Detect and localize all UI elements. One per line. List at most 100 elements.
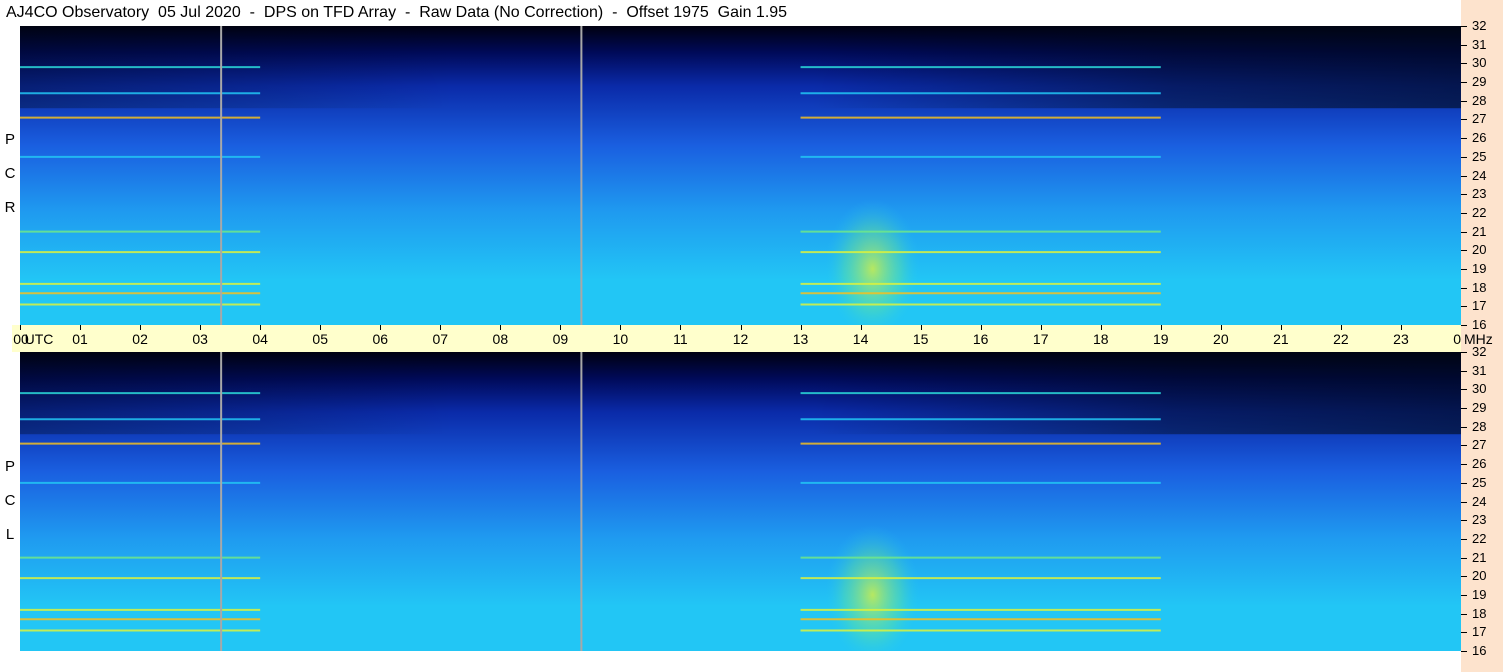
frequency-axis-label: 18 [1472, 279, 1487, 295]
time-axis-tick [1400, 325, 1402, 330]
frequency-axis-label: 17 [1472, 298, 1487, 314]
time-axis-label: 07 [432, 331, 449, 347]
time-axis-label: 18 [1092, 331, 1109, 347]
frequency-axis-tick [1461, 576, 1467, 578]
frequency-unit-label: MHz [1464, 331, 1493, 347]
frequency-axis-label: 16 [1472, 317, 1487, 332]
frequency-axis-label: 31 [1472, 362, 1487, 378]
time-axis-tick [200, 325, 202, 330]
frequency-axis-tick [1461, 389, 1467, 391]
time-axis-tick [80, 325, 82, 330]
time-axis-tick [620, 325, 622, 330]
frequency-axis-tick [1461, 501, 1467, 503]
frequency-axis-tick [1461, 594, 1467, 596]
time-axis-label: 22 [1333, 331, 1349, 347]
frequency-axis-label: 19 [1472, 260, 1487, 276]
spectrogram-lcp-plot [20, 352, 1461, 651]
frequency-axis-label: 20 [1472, 242, 1487, 258]
frequency-axis-label: 24 [1472, 493, 1487, 509]
frequency-axis-label: 30 [1472, 381, 1487, 397]
frequency-axis-tick [1461, 651, 1467, 652]
time-axis-tick [20, 325, 21, 330]
time-axis-tick [260, 325, 262, 330]
frequency-axis-tick [1461, 26, 1467, 27]
time-axis-label: 11 [673, 331, 688, 347]
pol-letter: C [4, 492, 16, 509]
chart-title: AJ4CO Observatory 05 Jul 2020 - DPS on T… [6, 4, 788, 21]
pol-letter: P [4, 131, 15, 148]
spectrogram-rcp [20, 26, 1461, 325]
time-axis-label: 21 [1273, 331, 1289, 347]
frequency-axis-tick [1461, 250, 1467, 252]
frequency-axis-label: 21 [1472, 549, 1487, 565]
time-axis-tick [380, 325, 382, 330]
frequency-axis-label: 22 [1472, 530, 1487, 546]
time-axis-label: 16 [972, 331, 989, 347]
time-axis-tick [140, 325, 142, 330]
time-axis-tick [920, 325, 922, 330]
frequency-axis-label: 25 [1472, 148, 1487, 164]
time-axis-tick [1160, 325, 1162, 330]
frequency-axis-label: 26 [1472, 456, 1487, 472]
frequency-axis-tick [1461, 194, 1467, 196]
frequency-axis-tick [1461, 482, 1467, 484]
time-axis-label: 12 [732, 331, 749, 347]
frequency-axis-tick [1461, 557, 1467, 559]
frequency-axis-label: 25 [1472, 474, 1487, 490]
frequency-axis-tick [1461, 175, 1467, 177]
time-axis-label: 08 [492, 331, 509, 347]
frequency-axis-label: 24 [1472, 167, 1487, 183]
frequency-axis-label: 27 [1472, 111, 1487, 127]
frequency-axis-tick [1461, 231, 1467, 233]
time-axis-label: 15 [912, 331, 929, 347]
frequency-axis-label: 22 [1472, 204, 1487, 220]
time-axis-tick [1100, 325, 1102, 330]
frequency-axis-tick [1461, 268, 1467, 270]
time-axis-label: 01 [72, 331, 88, 347]
frequency-axis-label: 28 [1472, 418, 1487, 434]
time-axis-label: 05 [312, 331, 328, 347]
time-axis-label: 09 [552, 331, 569, 347]
time-axis-tick [1220, 325, 1222, 330]
time-axis-label: 03 [192, 331, 208, 347]
time-axis-label: 19 [1152, 331, 1169, 347]
spectrogram-rcp-plot [20, 26, 1461, 325]
frequency-axis-label: 21 [1472, 223, 1487, 239]
time-axis-tick [1040, 325, 1042, 330]
pol-letter: C [4, 165, 16, 182]
frequency-axis-label: 30 [1472, 55, 1487, 71]
frequency-axis-label: 23 [1472, 512, 1487, 528]
frequency-axis-tick [1461, 445, 1467, 447]
polarization-label-rcp: P C R [3, 132, 17, 234]
frequency-axis-label: 31 [1472, 36, 1487, 52]
frequency-axis-label: 19 [1472, 586, 1487, 602]
frequency-axis-tick [1461, 82, 1467, 84]
time-axis-label: 14 [852, 331, 869, 347]
frequency-axis-tick [1461, 325, 1467, 326]
pol-letter: L [5, 526, 15, 543]
frequency-axis-label: 26 [1472, 130, 1487, 146]
time-axis-label: 10 [612, 331, 629, 347]
frequency-axis-tick [1461, 138, 1467, 140]
time-axis-unit: UTC [24, 331, 54, 347]
time-axis-tick [440, 325, 442, 330]
frequency-axis-label: 23 [1472, 186, 1487, 202]
time-axis-tick [320, 325, 322, 330]
frequency-axis-label: 18 [1472, 605, 1487, 621]
spectrogram-lcp [20, 352, 1461, 651]
frequency-axis-tick [1461, 538, 1467, 540]
frequency-axis-tick [1461, 520, 1467, 522]
time-axis-tick [800, 325, 802, 330]
frequency-axis-label: 29 [1472, 400, 1487, 416]
frequency-axis-tick [1461, 632, 1467, 634]
frequency-axis-tick [1461, 613, 1467, 615]
time-axis-tick [740, 325, 742, 330]
frequency-axis-tick [1461, 44, 1467, 46]
frequency-axis-tick [1461, 306, 1467, 308]
time-axis-label: 23 [1393, 331, 1409, 347]
frequency-axis-tick [1461, 100, 1467, 102]
frequency-axis-tick [1461, 119, 1467, 121]
time-axis-label: 06 [372, 331, 389, 347]
time-axis-tick [860, 325, 862, 330]
frequency-axis-tick [1461, 156, 1467, 158]
